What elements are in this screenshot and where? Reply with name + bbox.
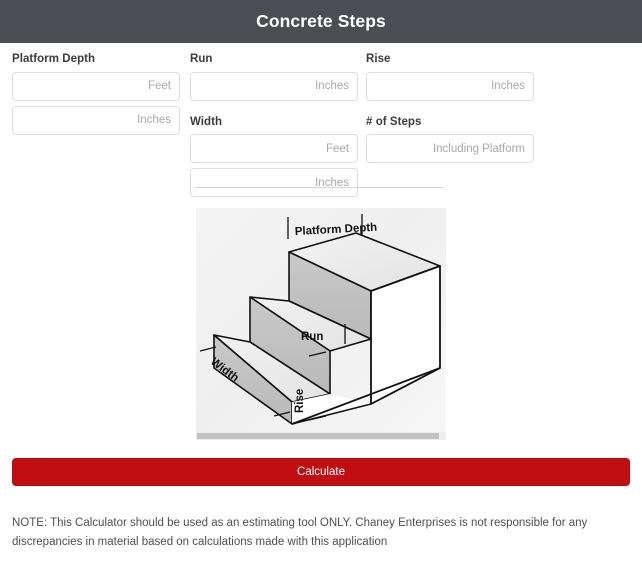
form-divider — [195, 187, 444, 188]
label-number-of-steps: # of Steps — [366, 115, 422, 128]
label-run-diagram: Run — [301, 331, 323, 343]
block-right-face — [370, 265, 441, 405]
run-inches-input[interactable] — [190, 71, 358, 101]
width-feet-input[interactable] — [190, 134, 358, 163]
label-rise: Rise — [366, 53, 391, 65]
calculator-form: Platform Depth Run Width Rise # of Steps — [0, 43, 642, 203]
field-group-rise-steps: Rise # of Steps — [366, 43, 534, 168]
diagram-scrollbar-thumb[interactable] — [197, 433, 439, 439]
label-run: Run — [190, 53, 213, 65]
calculate-button[interactable]: Calculate — [12, 458, 630, 486]
width-inches-input[interactable] — [190, 168, 358, 197]
field-group-run-width: Run Width — [190, 43, 358, 202]
page-title: Concrete Steps — [256, 10, 386, 31]
number-of-steps-input[interactable] — [366, 134, 534, 163]
concrete-steps-illustration: Platform Depth Run Rise Width — [196, 208, 446, 440]
platform-depth-feet-input[interactable] — [12, 71, 180, 101]
platform-depth-inches-input[interactable] — [12, 105, 180, 135]
field-group-platform-depth: Platform Depth — [12, 43, 180, 140]
label-platform-depth: Platform Depth — [12, 53, 96, 65]
label-width: Width — [190, 115, 223, 128]
disclaimer-note: NOTE: This Calculator should be used as … — [12, 517, 588, 548]
rise-inches-input[interactable] — [366, 71, 534, 101]
steps-diagram-svg: Platform Depth Run Rise Width — [199, 214, 441, 425]
diagram-horizontal-scrollbar[interactable] — [196, 432, 446, 440]
app-header: Concrete Steps — [0, 0, 642, 43]
steps-solid-body — [213, 232, 441, 425]
label-platform-depth-diagram: Platform Depth — [295, 222, 378, 238]
label-rise-diagram: Rise — [294, 389, 306, 413]
